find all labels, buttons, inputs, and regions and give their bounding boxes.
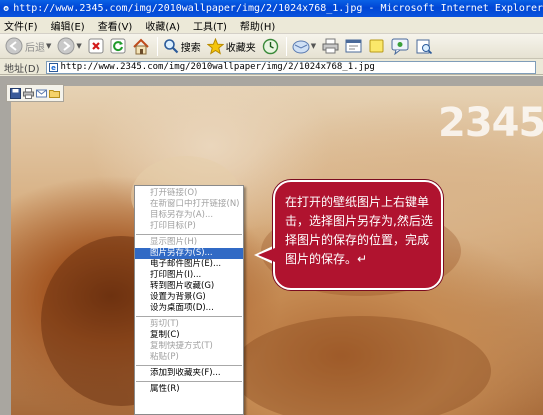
mail-button[interactable]: ▼ [290,36,318,57]
search-button[interactable]: 搜索 [161,36,203,57]
menu-item-set-as-background[interactable]: 设置为背景(G) [135,292,243,303]
history-button[interactable] [260,36,281,57]
context-menu: 打开链接(O) 在新窗口中打开链接(N) 目标另存为(A)... 打印目标(P)… [134,185,244,415]
menu-item-print-target: 打印目标(P) [150,221,196,231]
menu-item-cut: 剪切(T) [150,319,179,329]
favorites-button[interactable]: 收藏夹 [205,36,258,57]
menu-separator [136,381,242,382]
address-bar: 地址(D) e http://www.2345.com/img/2010wall… [0,60,543,75]
menu-separator [136,365,242,366]
discuss-icon [369,39,384,53]
folder-icon[interactable] [49,88,60,99]
menu-tools[interactable]: 工具(T) [193,18,227,33]
address-url: http://www.2345.com/img/2010wallpaper/im… [60,62,375,72]
image-toolbar [6,84,64,102]
mail-icon[interactable] [36,88,47,99]
forward-button[interactable]: ▼ [55,36,83,57]
address-label: 地址(D) [4,63,40,75]
menu-item-copy-shortcut: 复制快捷方式(T) [150,341,213,351]
print-icon [322,38,339,54]
menu-item-paste: 粘贴(P) [150,352,179,362]
favorites-label: 收藏夹 [225,42,256,54]
home-icon [133,38,149,54]
menu-item-print-picture[interactable]: 打印图片(I)... [135,270,243,281]
menu-item-set-as-desktop-item[interactable]: 设为桌面项(D)... [135,303,243,314]
svg-text:e: e [51,64,56,72]
messenger-button[interactable] [389,36,411,57]
menu-bar: 文件(F) 编辑(E) 查看(V) 收藏(A) 工具(T) 帮助(H) [0,17,543,34]
menu-separator [136,316,242,317]
toolbar-separator [285,36,287,56]
menu-item-copy[interactable]: 复制(C) [135,330,243,341]
print-icon[interactable] [23,87,34,99]
menu-item-open-link-new-window: 在新窗口中打开链接(N) [150,199,240,209]
ie-logo-icon: e [3,5,9,12]
menu-item-properties[interactable]: 属性(R) [135,384,243,395]
menu-item-open-link: 打开链接(O) [150,188,198,198]
history-icon [262,38,278,54]
messenger-icon [391,38,409,55]
menu-favorites[interactable]: 收藏(A) [145,18,180,33]
menu-item-show-picture: 显示图片(H) [150,237,198,247]
refresh-button[interactable] [108,36,128,57]
chevron-down-icon[interactable]: ▼ [311,42,316,50]
brand-logo: 2345 [438,100,543,146]
back-arrow-icon [5,37,23,55]
mail-icon [292,40,310,54]
menu-item-email-picture[interactable]: 电子邮件图片(E)... [135,259,243,270]
menu-file[interactable]: 文件(F) [4,18,38,33]
standard-toolbar: 后退 ▼ ▼ 搜索 收藏夹 ▼ [0,34,543,59]
chevron-down-icon[interactable]: ▼ [46,42,51,50]
window-titlebar: e http://www.2345.com/img/2010wallpaper/… [0,0,543,17]
favorites-star-icon [206,37,224,55]
address-input[interactable]: e http://www.2345.com/img/2010wallpaper/… [45,60,536,74]
menu-help[interactable]: 帮助(H) [240,18,275,33]
edit-button[interactable] [343,36,364,57]
discuss-button[interactable] [366,36,387,57]
research-button[interactable] [413,36,435,57]
chevron-down-icon[interactable]: ▼ [76,42,81,50]
toolbar-separator [156,36,158,56]
menu-item-add-to-favorites[interactable]: 添加到收藏夹(F)... [135,368,243,379]
svg-text:e: e [5,7,8,12]
research-icon [416,39,433,54]
back-label: 后退 [25,42,45,54]
print-button[interactable] [320,36,341,57]
menu-item-save-picture-as[interactable]: 图片另存为(S)... [135,248,243,259]
refresh-icon [110,38,126,54]
menu-separator [136,234,242,235]
callout-pointer-fill [258,248,275,262]
stop-icon [88,38,104,54]
window-title: http://www.2345.com/img/2010wallpaper/im… [13,3,543,14]
dog-fur-shading [231,316,491,415]
menu-view[interactable]: 查看(V) [98,18,133,33]
menu-item-save-target-as: 目标另存为(A)... [150,210,214,220]
search-label: 搜索 [180,42,201,54]
home-button[interactable] [130,36,152,57]
callout-text: 在打开的壁纸图片上右键单击，选择图片另存为,然后选择图片的保存的位置，完成图片的… [285,195,433,266]
instruction-callout: 在打开的壁纸图片上右键单击，选择图片另存为,然后选择图片的保存的位置，完成图片的… [273,180,443,290]
stop-button[interactable] [86,36,106,57]
edit-icon [345,39,362,53]
menu-edit[interactable]: 编辑(E) [51,18,85,33]
back-button[interactable]: 后退 ▼ [3,36,53,57]
forward-arrow-icon [57,37,75,55]
save-icon[interactable] [10,87,21,99]
search-icon [163,39,179,54]
page-icon: e [48,62,58,72]
menu-item-go-to-my-pictures[interactable]: 转到图片收藏(G) [135,281,243,292]
